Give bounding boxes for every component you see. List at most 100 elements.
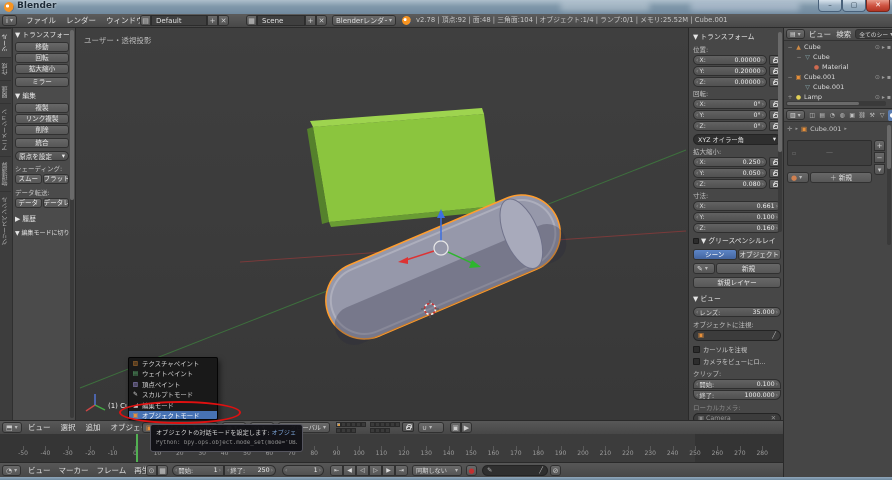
decrement-arrow[interactable]: ‹ <box>696 123 698 130</box>
new-material-button[interactable]: ＋ 新規 <box>810 172 872 183</box>
menu-ビュー[interactable]: ビュー <box>809 28 832 41</box>
tool-shelf-tab[interactable]: 関連 <box>0 80 11 103</box>
outliner-row[interactable]: −▣Cube.001⊙▸▪ <box>784 72 892 82</box>
panel-header-view[interactable]: ▼ ビュー <box>693 294 781 304</box>
screen-layout-name[interactable]: Default <box>151 15 207 26</box>
tool-shelf-tab[interactable]: 物理演算 <box>0 156 11 191</box>
increment-arrow[interactable]: › <box>762 112 764 119</box>
breadcrumb-object-name[interactable]: Cube.001 <box>810 125 841 133</box>
material-slots-list[interactable]: ▫ — <box>787 140 872 166</box>
layer-cell[interactable] <box>385 428 390 433</box>
frame-end-field[interactable]: ‹終了:250› <box>224 465 276 476</box>
lock-cursor-row[interactable]: カーソルを注視 <box>693 345 781 354</box>
gp-new-layer-button[interactable]: 新規レイヤー <box>693 277 781 288</box>
button-mirror[interactable]: ミラー <box>15 77 69 87</box>
scrollbar-thumb[interactable] <box>778 32 782 152</box>
tool-shelf-tab[interactable]: ツール <box>0 28 11 57</box>
editor-type-button[interactable]: ◔▾ <box>2 465 21 476</box>
mode-menu-item[interactable]: ▨テクスチャペイント <box>129 358 217 369</box>
layer-cell[interactable] <box>351 428 356 433</box>
selectability-icon[interactable]: ▸ <box>882 94 885 101</box>
number-field-Y[interactable]: ‹Y:0.20000› <box>693 66 767 76</box>
number-field-X[interactable]: ‹X:0°› <box>693 99 767 109</box>
gp-scene-button[interactable]: シーン <box>693 249 737 260</box>
increment-arrow[interactable]: › <box>762 79 764 86</box>
properties-scrollbar[interactable] <box>887 125 891 245</box>
add-slot-button[interactable]: + <box>874 140 885 151</box>
visibility-icon[interactable]: ⊙ <box>875 94 880 101</box>
gp-new-button[interactable]: 新規 <box>716 263 781 274</box>
slot-specials-button[interactable]: ▾ <box>874 164 885 175</box>
lock-object-field[interactable]: ▣╱ <box>693 330 781 341</box>
menu-ファイル[interactable]: ファイル <box>26 14 56 27</box>
add-screen-layout-button[interactable]: + <box>207 15 218 26</box>
number-field-X[interactable]: ‹X:0.250› <box>693 157 767 167</box>
layer-cell[interactable] <box>361 422 366 427</box>
number-field-Z[interactable]: ‹Z:0.080› <box>693 179 767 189</box>
record-button[interactable]: ● <box>466 465 477 476</box>
renderability-icon[interactable]: ▪ <box>887 44 891 51</box>
display-mode-select[interactable]: 全てのシーン▾ <box>855 29 892 39</box>
increment-arrow[interactable]: › <box>762 101 764 108</box>
lock-layers-toggle[interactable] <box>402 422 414 432</box>
decrement-arrow[interactable]: ‹ <box>696 57 698 64</box>
outliner-row[interactable]: −▲Cube⊙▸▪ <box>784 42 892 52</box>
menu-ウィンドウ[interactable]: ウィンドウ <box>106 14 144 27</box>
button-フラット[interactable]: フラット <box>43 174 70 184</box>
sync-select[interactable]: 同期しない▾ <box>412 465 462 476</box>
mode-menu-item[interactable]: ▧頂点ペイント <box>129 379 217 390</box>
number-field-Y[interactable]: ‹Y:0.100› <box>693 212 781 222</box>
snap-toggle[interactable]: ∪▾ <box>418 422 444 433</box>
decrement-arrow[interactable]: ‹ <box>696 225 698 232</box>
scrollbar-thumb[interactable] <box>70 30 74 200</box>
renderability-icon[interactable]: ▪ <box>887 94 891 101</box>
tab-object[interactable]: ▣ <box>848 110 857 121</box>
number-field-Z[interactable]: ‹Z:0.160› <box>693 223 781 233</box>
outliner-hscrollbar[interactable] <box>786 101 886 106</box>
panel-header-transform[interactable]: ▼ トランスフォーム <box>15 30 69 40</box>
tab-render[interactable]: ◫ <box>808 110 817 121</box>
layer-cell[interactable] <box>395 422 400 427</box>
panel-header-switch-edit-mode[interactable]: ▼ 編集モードに切り替え <box>15 229 69 239</box>
tab-material[interactable]: ● <box>888 110 892 121</box>
button-複製[interactable]: 複製 <box>15 103 69 113</box>
menu-選択[interactable]: 選択 <box>61 421 76 434</box>
increment-arrow[interactable]: › <box>762 68 764 75</box>
outliner-row[interactable]: −▽Cube <box>784 52 892 62</box>
render-animation-icon[interactable]: ▶ <box>461 422 472 433</box>
expander-icon[interactable]: − <box>787 44 793 51</box>
number-field-Y[interactable]: ‹Y:0.050› <box>693 168 767 178</box>
button-スムー[interactable]: スムー <box>15 174 42 184</box>
local-camera-field[interactable]: ▣ Camera✕ <box>693 413 781 420</box>
increment-arrow[interactable]: › <box>762 123 764 130</box>
render-still-icon[interactable]: ▣ <box>450 422 461 433</box>
menu-フレーム[interactable]: フレーム <box>97 464 127 477</box>
scene-browse-icon[interactable]: ▦ <box>246 15 257 26</box>
scene-name[interactable]: Scene <box>257 15 305 26</box>
clear-keying-set-button[interactable]: ⊘ <box>550 465 561 476</box>
menu-追加[interactable]: 追加 <box>86 421 101 434</box>
keying-set-field[interactable]: ✎╱ <box>482 465 548 476</box>
outliner-row[interactable]: ▽Cube.001 <box>784 82 892 92</box>
expander-icon[interactable]: − <box>796 54 802 61</box>
increment-arrow[interactable]: › <box>762 181 764 188</box>
jump-to-start-button[interactable]: ⇤ <box>330 465 343 476</box>
tool-shelf-tab[interactable]: グリースペンシル <box>0 191 11 250</box>
npanel-scrollbar[interactable] <box>778 32 782 232</box>
checkbox[interactable] <box>693 358 700 365</box>
number-field-Z[interactable]: ‹Z:0.00000› <box>693 77 767 87</box>
button-回転[interactable]: 回転 <box>15 53 69 63</box>
selectability-icon[interactable]: ▸ <box>882 44 885 51</box>
visibility-icon[interactable]: ⊙ <box>875 74 880 81</box>
lens-field[interactable]: ‹レンズ:35.000› <box>693 307 781 317</box>
clip-end-field[interactable]: ‹終了:1000.000› <box>693 390 781 400</box>
decrement-arrow[interactable]: ‹ <box>696 203 698 210</box>
menu-マーカー[interactable]: マーカー <box>59 464 89 477</box>
button-拡大縮小[interactable]: 拡大縮小 <box>15 64 69 74</box>
rotation-mode-select[interactable]: XYZ オイラー角▾ <box>693 134 781 145</box>
menu-ビュー[interactable]: ビュー <box>28 421 51 434</box>
window-titlebar[interactable]: Blender – ▢ ✕ <box>0 0 892 14</box>
jump-to-end-button[interactable]: ⇥ <box>395 465 408 476</box>
menu-レンダー[interactable]: レンダー <box>66 14 96 27</box>
green-cube-object[interactable] <box>307 108 497 227</box>
